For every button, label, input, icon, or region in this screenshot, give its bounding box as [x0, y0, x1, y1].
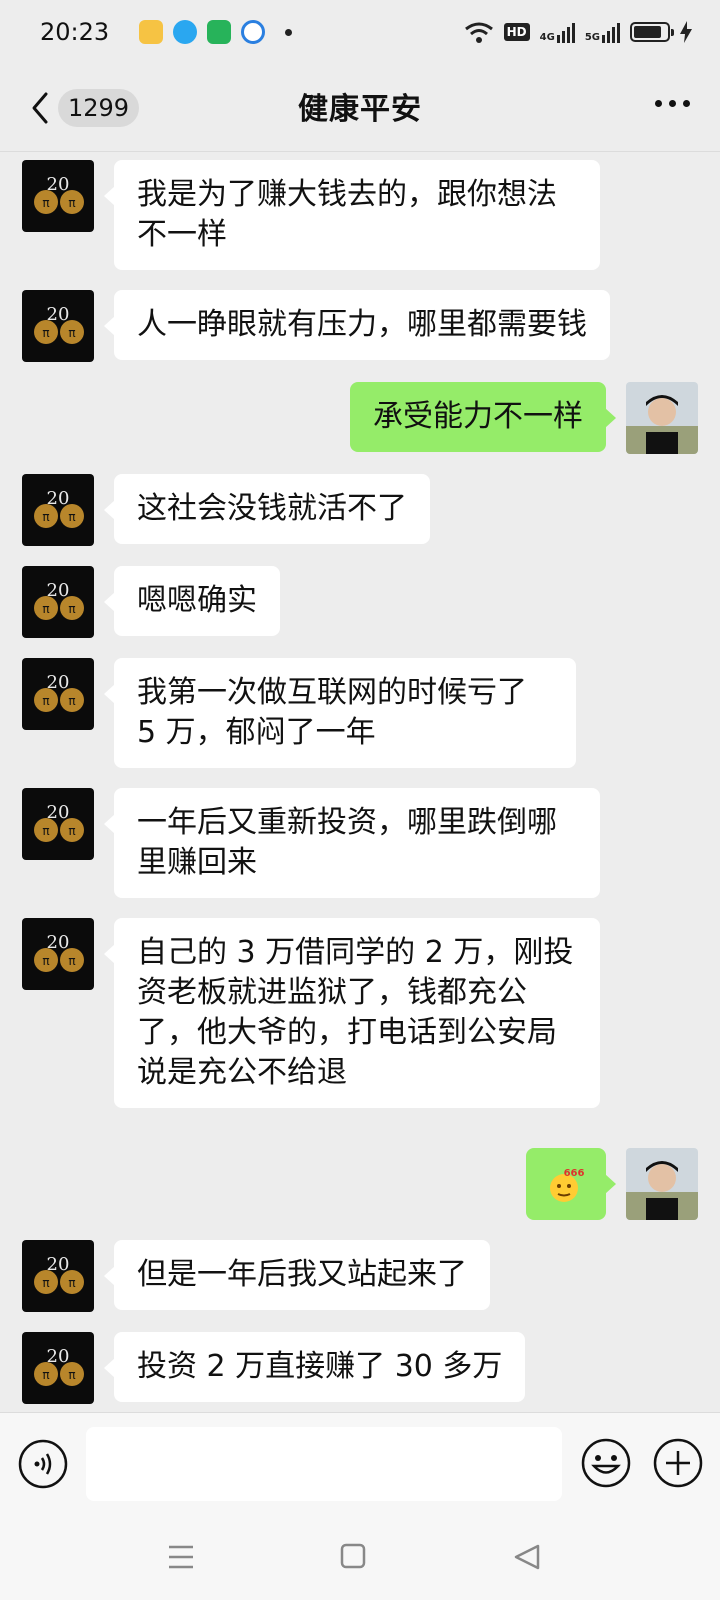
voice-icon[interactable]: [18, 1439, 68, 1489]
svg-text:π: π: [68, 1276, 75, 1290]
svg-text:π: π: [68, 196, 75, 210]
wifi-icon: [464, 22, 493, 43]
self-avatar[interactable]: [626, 382, 698, 454]
network-type-5g: 5G: [584, 32, 600, 43]
svg-text:20: 20: [47, 932, 70, 953]
menu-icon[interactable]: [166, 1542, 196, 1572]
contact-avatar[interactable]: π π 20: [22, 160, 94, 232]
charging-icon: [680, 21, 692, 43]
chat-input-bar: [0, 1412, 720, 1516]
svg-text:20: 20: [47, 304, 70, 325]
message-bubble-other[interactable]: 这社会没钱就活不了: [104, 474, 430, 544]
message-input[interactable]: [86, 1427, 562, 1501]
svg-text:20: 20: [47, 672, 70, 693]
notification-app-icon: [207, 20, 232, 44]
svg-text:π: π: [68, 602, 75, 616]
home-icon[interactable]: [340, 1542, 366, 1570]
signal-icon: [556, 21, 575, 43]
message-bubble-other[interactable]: 我是为了赚大钱去的，跟你想法不一样: [104, 160, 600, 270]
notification-icons: [139, 20, 293, 44]
svg-text:π: π: [68, 824, 75, 838]
svg-text:20: 20: [47, 1346, 70, 1367]
message-bubble-other[interactable]: 我第一次做互联网的时候亏了 5 万，郁闷了一年: [104, 658, 576, 768]
svg-text:20: 20: [47, 802, 70, 823]
message-bubble-other[interactable]: 人一睁眼就有压力，哪里都需要钱: [104, 290, 610, 360]
contact-avatar[interactable]: π π 20: [22, 918, 94, 990]
contact-avatar[interactable]: π π 20: [22, 1240, 94, 1312]
svg-text:π: π: [42, 694, 49, 708]
svg-text:20: 20: [47, 488, 70, 509]
svg-text:π: π: [68, 510, 75, 524]
contact-avatar[interactable]: π π 20: [22, 566, 94, 638]
message-bubble-other[interactable]: 一年后又重新投资，哪里跌倒哪里赚回来: [104, 788, 600, 898]
message-bubble-self[interactable]: 承受能力不一样: [350, 382, 616, 452]
svg-text:π: π: [68, 1368, 75, 1382]
svg-text:π: π: [68, 694, 75, 708]
message-bubble-self[interactable]: 666: [526, 1148, 616, 1220]
svg-text:π: π: [42, 824, 49, 838]
qq-icon: [173, 20, 198, 44]
more-dots-icon[interactable]: [655, 100, 690, 107]
svg-text:π: π: [42, 1368, 49, 1382]
back-triangle-icon[interactable]: [512, 1542, 542, 1572]
svg-text:20: 20: [47, 1254, 70, 1275]
system-nav-bar: [0, 1516, 720, 1600]
chat-header: 1299 健康平安: [0, 64, 720, 152]
notification-app-icon: [241, 20, 266, 44]
contact-avatar[interactable]: π π 20: [22, 290, 94, 362]
self-avatar[interactable]: [626, 1148, 698, 1220]
svg-text:π: π: [42, 510, 49, 524]
signal-icon: [602, 21, 620, 43]
666-emoji-sticker: 666: [550, 1168, 585, 1202]
contact-avatar[interactable]: π π 20: [22, 474, 94, 546]
contact-avatar[interactable]: π π 20: [22, 788, 94, 860]
svg-text:π: π: [42, 196, 49, 210]
more-notifications-dot: [285, 28, 293, 36]
message-bubble-other[interactable]: 但是一年后我又站起来了: [104, 1240, 490, 1310]
contact-avatar[interactable]: π π 20: [22, 1332, 94, 1404]
message-list[interactable]: π π 20 我是为了赚大钱去的，跟你想法不一样 π π 20 人一睁眼就有压力，哪里都…: [0, 152, 720, 1412]
svg-text:π: π: [42, 326, 49, 340]
notification-app-icon: [139, 20, 164, 44]
svg-text:π: π: [68, 954, 75, 968]
hd-icon: HD: [503, 23, 530, 41]
status-bar: 20:23 HD 4G 5G: [0, 0, 720, 64]
svg-text:π: π: [68, 326, 75, 340]
svg-text:666: 666: [564, 1168, 585, 1179]
svg-text:20: 20: [47, 580, 70, 601]
network-type-4g: 4G: [539, 32, 555, 43]
contact-avatar[interactable]: π π 20: [22, 658, 94, 730]
svg-text:π: π: [42, 1276, 49, 1290]
emoji-icon[interactable]: [580, 1437, 632, 1489]
plus-icon[interactable]: [652, 1437, 704, 1489]
message-bubble-other[interactable]: 投资 2 万直接赚了 30 多万: [103, 1332, 526, 1402]
status-time: 20:23: [40, 18, 110, 46]
message-bubble-other[interactable]: 嗯嗯确实: [104, 566, 280, 636]
svg-text:π: π: [42, 602, 49, 616]
message-bubble-other[interactable]: 自己的 3 万借同学的 2 万，刚投资老板就进监狱了，钱都充公了，他大爷的，打电…: [104, 918, 600, 1108]
svg-text:π: π: [42, 954, 49, 968]
chat-title: 健康平安: [298, 92, 422, 127]
battery-icon: [630, 22, 674, 42]
svg-text:20: 20: [47, 174, 70, 195]
